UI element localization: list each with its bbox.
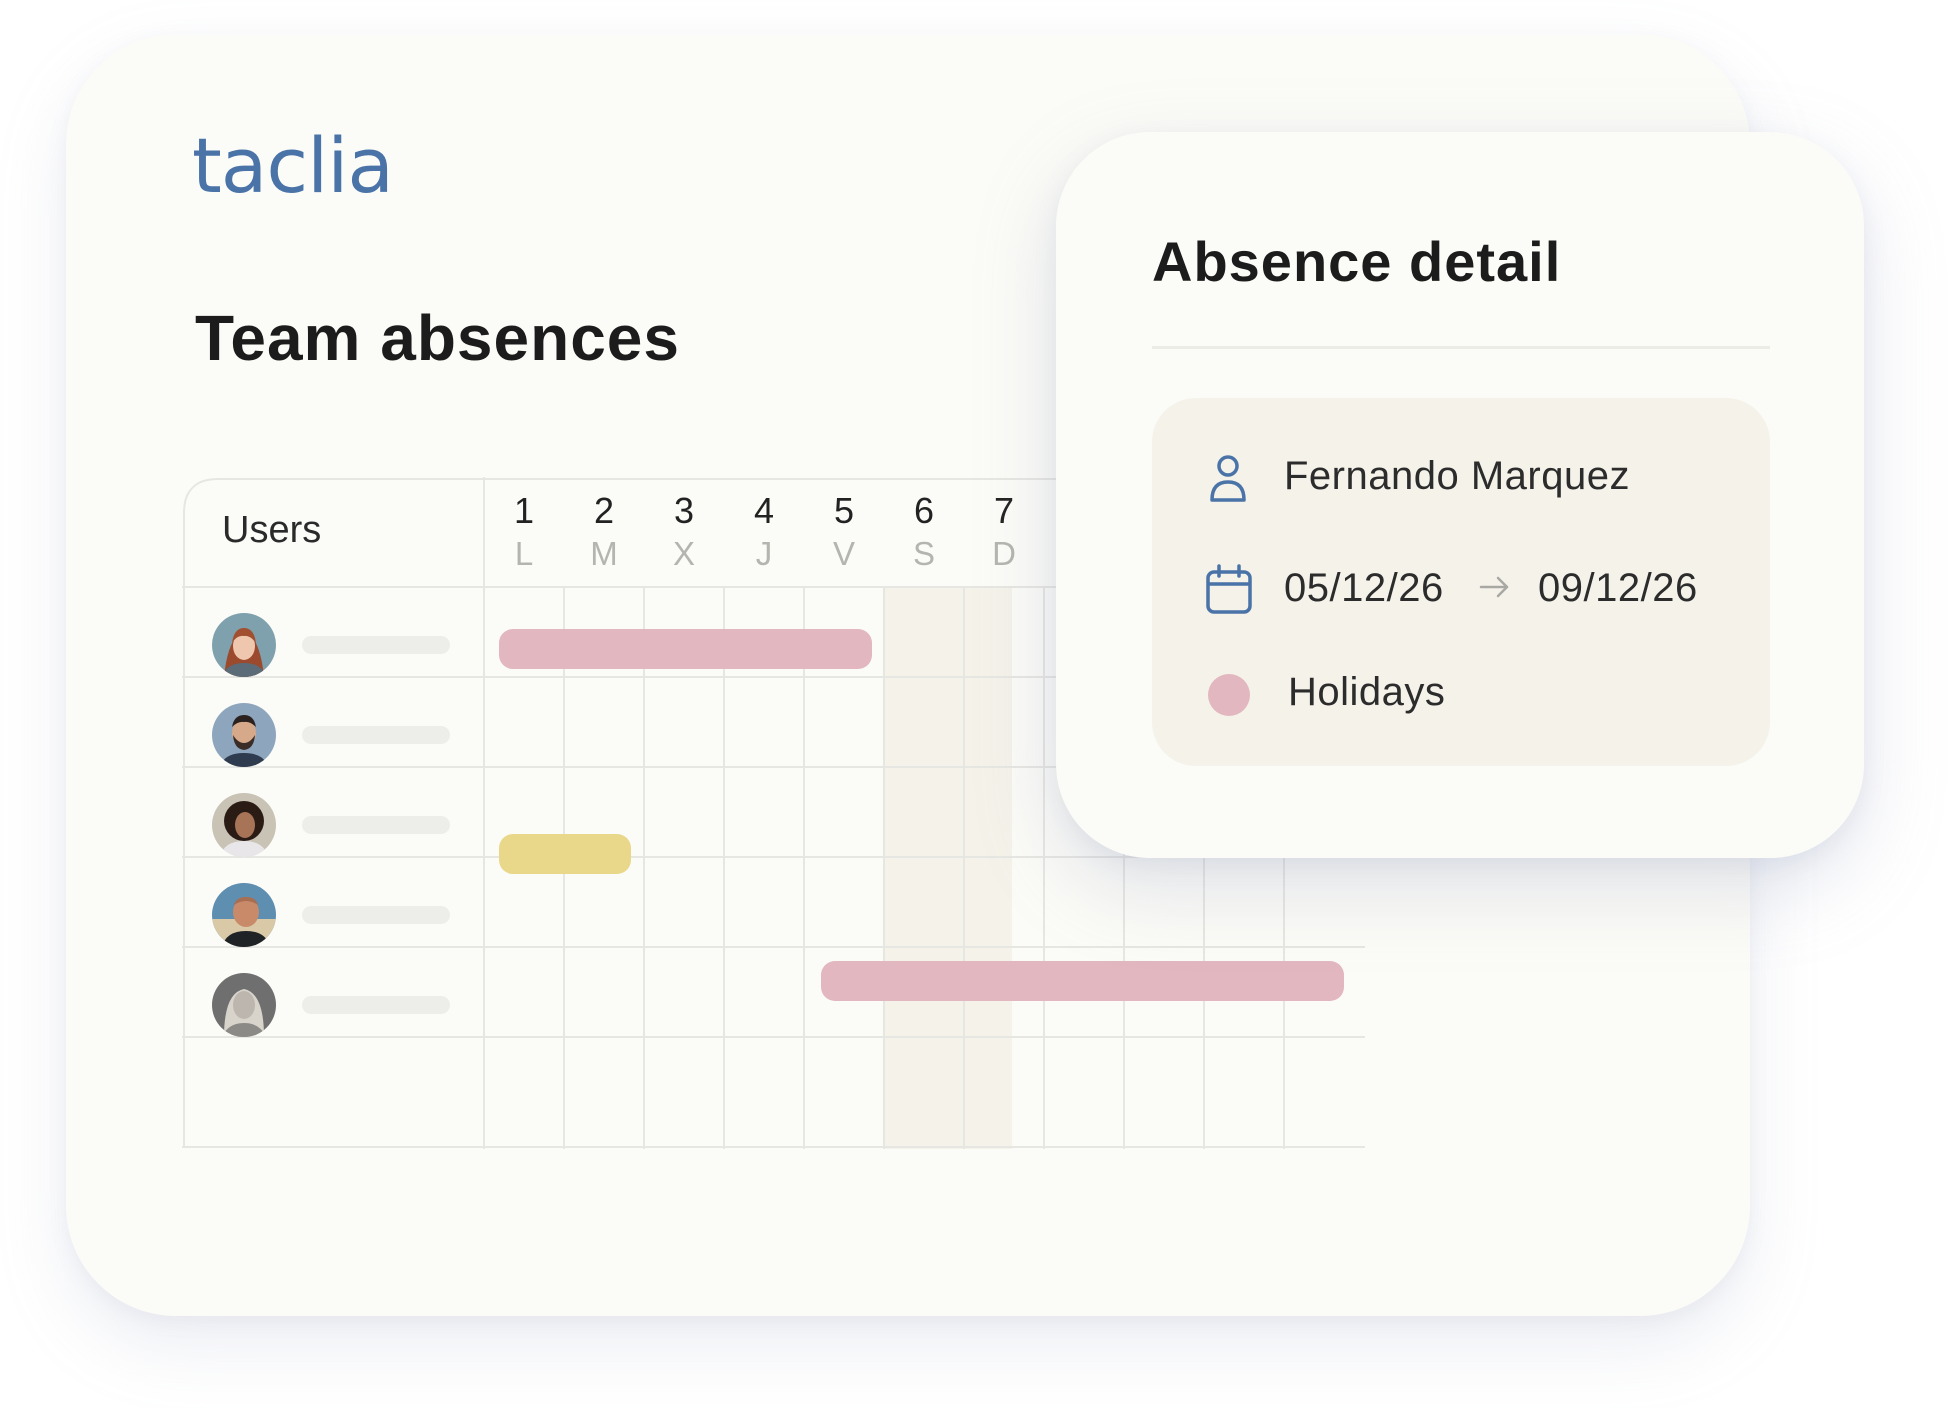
detail-title: Absence detail xyxy=(1152,230,1562,293)
user-name-placeholder xyxy=(302,816,450,834)
day-letter: X xyxy=(672,535,695,572)
absence-type-row: Holidays xyxy=(1152,664,1770,724)
day-header-1[interactable]: 1 L xyxy=(484,490,564,572)
day-number: 4 xyxy=(753,490,775,531)
user-avatar-bearded-man[interactable] xyxy=(212,703,276,767)
day-number: 1 xyxy=(513,490,535,531)
day-header-7[interactable]: 7 D xyxy=(964,490,1044,572)
day-letter: D xyxy=(992,535,1016,572)
day-header-3[interactable]: 3 X xyxy=(644,490,724,572)
user-avatar-curly-hair-woman[interactable] xyxy=(212,793,276,857)
day-letter: M xyxy=(590,535,618,572)
day-letter: L xyxy=(514,535,534,572)
day-header-5[interactable]: 5 V xyxy=(804,490,884,572)
absence-bar-holidays[interactable] xyxy=(499,629,872,669)
day-number: 5 xyxy=(833,490,855,531)
day-letter: V xyxy=(832,535,855,572)
holidays-color-dot xyxy=(1208,674,1250,716)
user-name-placeholder xyxy=(302,996,450,1014)
day-number: 2 xyxy=(593,490,615,531)
user-avatar-blonde-woman[interactable] xyxy=(212,973,276,1037)
person-row: Fernando Marquez xyxy=(1152,448,1770,508)
taclia-logo[interactable]: taclia xyxy=(192,128,394,204)
absence-type-label: Holidays xyxy=(1288,670,1446,714)
day-letter: S xyxy=(912,535,935,572)
day-letter: J xyxy=(755,535,773,572)
person-name: Fernando Marquez xyxy=(1284,454,1630,498)
date-start: 05/12/26 xyxy=(1284,566,1444,610)
absence-detail-card: Absence detail Fernando Marquez 05/12/26… xyxy=(1056,132,1864,858)
day-number: 7 xyxy=(993,490,1015,531)
user-avatar-bald-man[interactable] xyxy=(212,883,276,947)
divider xyxy=(1152,346,1770,349)
page-title: Team absences xyxy=(195,302,680,374)
user-avatar-woman-red-hair[interactable] xyxy=(212,613,276,677)
absence-bar-holidays[interactable] xyxy=(821,961,1344,1001)
day-header-4[interactable]: 4 J xyxy=(724,490,804,572)
date-end: 09/12/26 xyxy=(1538,566,1698,610)
absence-info-box: Fernando Marquez 05/12/26 09/12/26 Holid… xyxy=(1152,398,1770,766)
day-number: 6 xyxy=(913,490,935,531)
arrow-right-icon xyxy=(1479,576,1509,598)
day-number: 3 xyxy=(673,490,695,531)
dates-row: 05/12/26 09/12/26 xyxy=(1152,560,1770,620)
user-name-placeholder xyxy=(302,636,450,654)
day-header-6[interactable]: 6 S xyxy=(884,490,964,572)
users-column-header: Users xyxy=(222,509,322,551)
absence-bar-other[interactable] xyxy=(499,834,631,874)
user-icon xyxy=(1210,455,1246,502)
day-header-2[interactable]: 2 M xyxy=(564,490,644,572)
user-name-placeholder xyxy=(302,726,450,744)
calendar-icon xyxy=(1206,564,1252,614)
user-name-placeholder xyxy=(302,906,450,924)
